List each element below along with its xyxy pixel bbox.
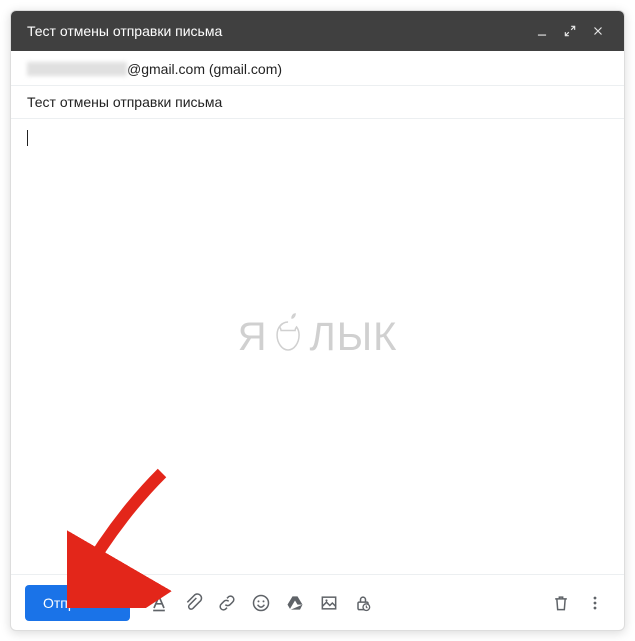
expand-icon [563, 24, 577, 38]
trash-icon [551, 593, 571, 613]
emoji-button[interactable] [246, 585, 276, 621]
subject-input[interactable] [27, 94, 608, 110]
more-options-button[interactable] [580, 585, 610, 621]
attach-button[interactable] [178, 585, 208, 621]
text-cursor [27, 130, 28, 146]
titlebar: Тест отмены отправки письма [11, 11, 624, 51]
redacted-recipient [27, 62, 127, 76]
window-title: Тест отмены отправки письма [27, 23, 528, 39]
minimize-button[interactable] [528, 17, 556, 45]
message-body[interactable]: Я ЛЫК [11, 119, 624, 574]
compose-toolbar: Отправить [11, 574, 624, 630]
confidential-button[interactable] [348, 585, 378, 621]
recipients-field[interactable]: @gmail.com (gmail.com) [11, 51, 624, 86]
watermark-left: Я [238, 315, 268, 360]
discard-button[interactable] [546, 585, 576, 621]
recipient-text: @gmail.com (gmail.com) [127, 61, 282, 77]
lock-clock-icon [353, 593, 373, 613]
more-icon [585, 593, 605, 613]
insert-image-button[interactable] [314, 585, 344, 621]
formatting-button[interactable] [144, 585, 174, 621]
expand-button[interactable] [556, 17, 584, 45]
link-button[interactable] [212, 585, 242, 621]
watermark-right: ЛЫК [309, 315, 397, 360]
paperclip-icon [183, 593, 203, 613]
drive-icon [285, 593, 305, 613]
send-button[interactable]: Отправить [25, 585, 130, 621]
watermark: Я ЛЫК [238, 312, 398, 362]
drive-button[interactable] [280, 585, 310, 621]
format-icon [149, 593, 169, 613]
apple-icon [270, 312, 306, 362]
compose-window: Тест отмены отправки письма @gmail.com (… [10, 10, 625, 631]
emoji-icon [251, 593, 271, 613]
image-icon [319, 593, 339, 613]
minimize-icon [535, 24, 549, 38]
close-icon [591, 24, 605, 38]
link-icon [217, 593, 237, 613]
close-button[interactable] [584, 17, 612, 45]
subject-field[interactable] [11, 86, 624, 119]
